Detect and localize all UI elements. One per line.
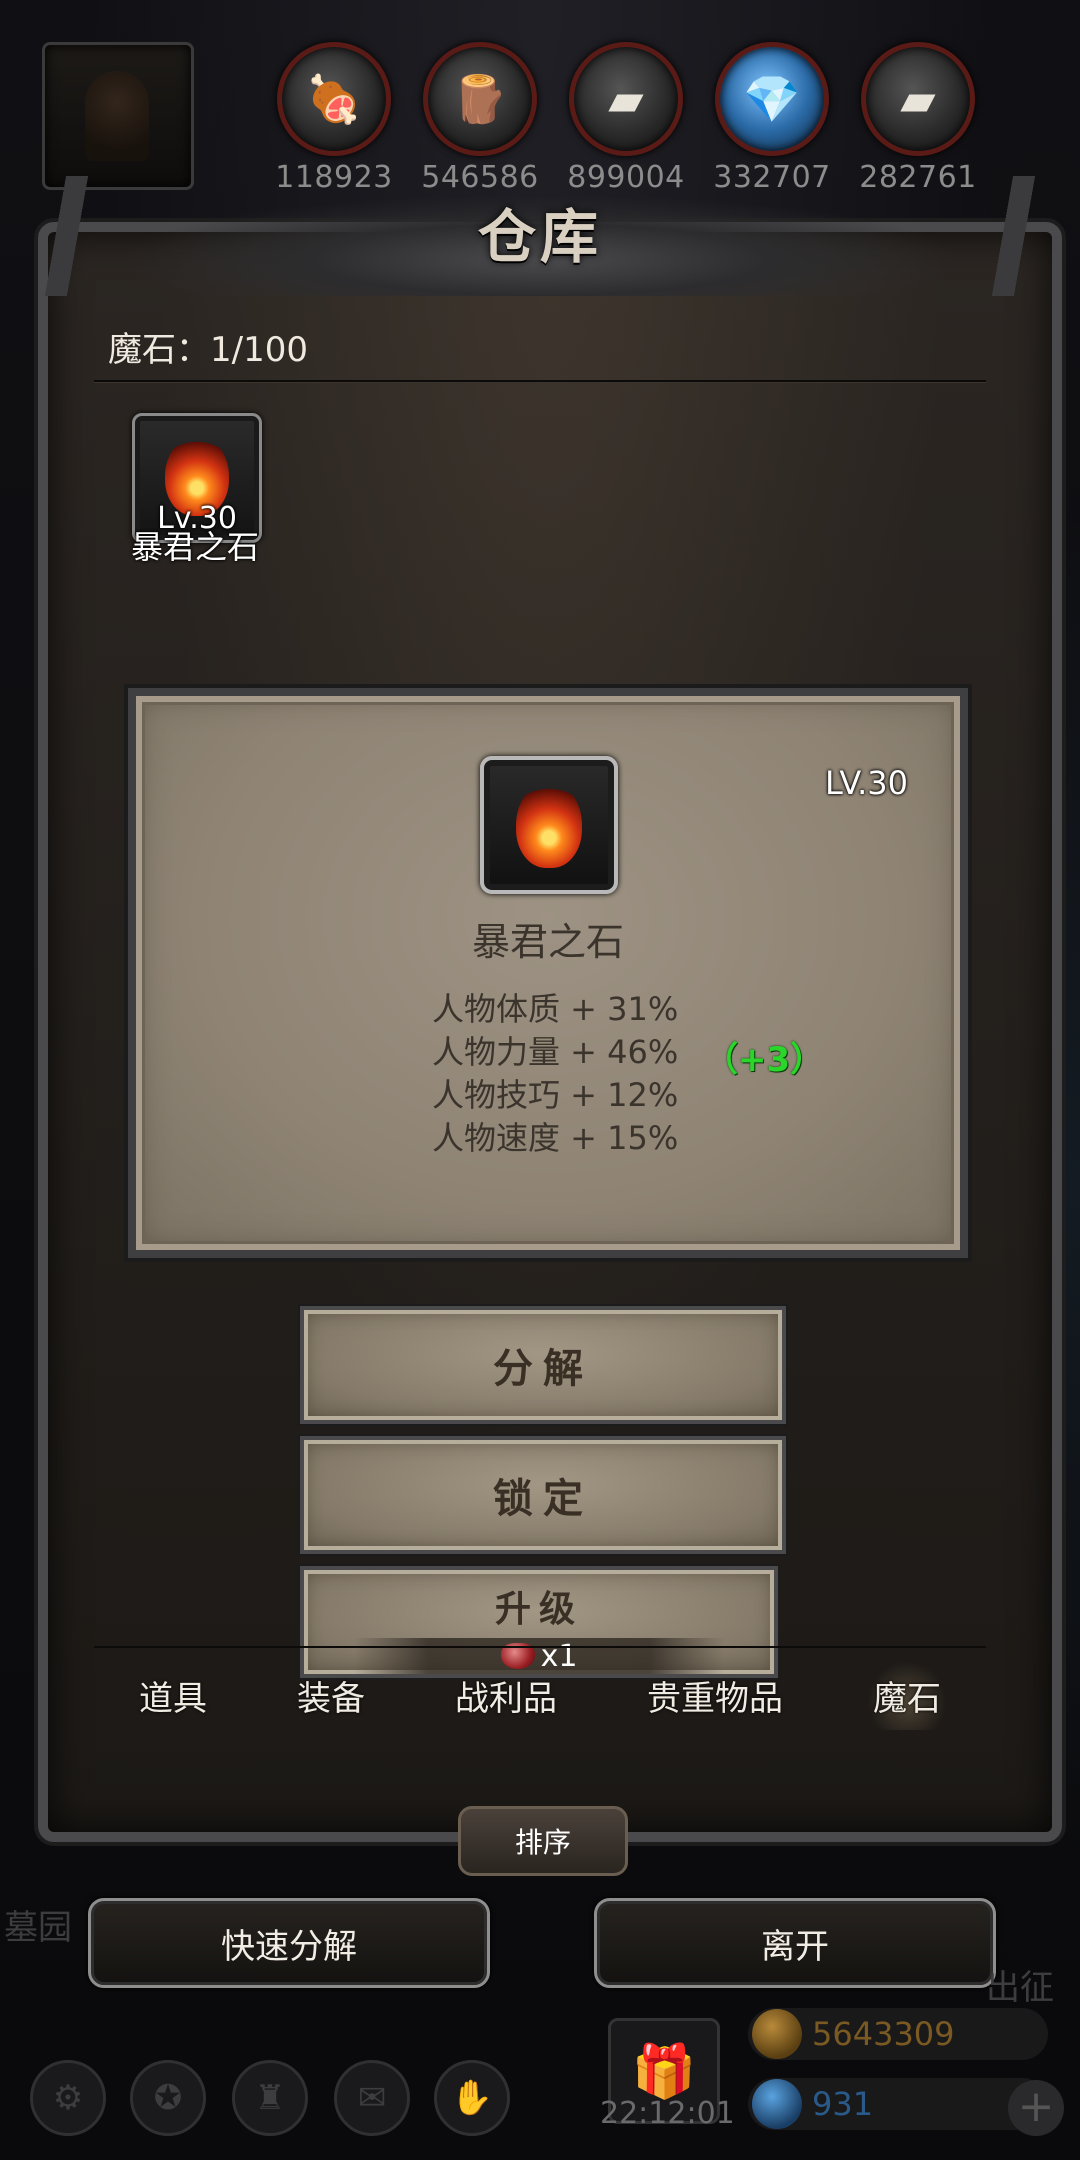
hooded-figure-icon [85,71,149,161]
sort-button[interactable]: 排序 [458,1806,628,1876]
expedition-label[interactable]: 出征 [986,1960,1054,2009]
stat-strength: 人物力量 + 46% [432,1033,679,1071]
stat-constitution: 人物体质 + 31% [432,990,679,1028]
guild-icon[interactable]: ♜ [232,2060,308,2136]
handshake-icon[interactable]: ✋ [434,2060,510,2136]
category-tabs: 道具 装备 战利品 贵重物品 魔石 [94,1646,986,1742]
resource-meat: 🍖 118923 [274,42,394,195]
detail-item-icon [480,756,618,894]
item-name: 暴君之石 [130,528,259,566]
window-title: 仓库 [477,203,602,271]
player-avatar[interactable] [42,42,194,190]
fire-stone-icon [516,782,582,868]
resource-iron: ▰ 899004 [566,42,686,195]
tab-equipment[interactable]: 装备 [291,1661,371,1730]
tab-loot[interactable]: 战利品 [449,1661,563,1730]
stat-speed: 人物速度 + 15% [432,1119,679,1157]
inventory-count: 魔石：1/100 [108,330,308,370]
item-detail-card: LV.30 暴君之石 人物体质 + 31% 人物力量 + 46% 人物技巧 + … [128,688,968,1258]
blue-gem-icon [752,2079,802,2129]
settings-icon[interactable]: ⚙ [30,2060,106,2136]
gold-amount: 5643309 [812,2015,955,2053]
stat-list: 人物体质 + 31% 人物力量 + 46% 人物技巧 + 12% 人物速度 + … [432,988,678,1160]
star-icon[interactable]: ✪ [130,2060,206,2136]
detail-item-name: 暴君之石 [471,920,624,964]
lock-button[interactable]: 锁定 [300,1436,786,1554]
detail-level: LV.30 [825,764,908,802]
mail-icon[interactable]: ✉ [334,2060,410,2136]
resource-stone: ▰ 282761 [858,42,978,195]
tab-items[interactable]: 道具 [133,1661,213,1730]
divider [94,380,986,382]
tab-magic-stones[interactable]: 魔石 [867,1660,947,1730]
quick-decompose-button[interactable]: 快速分解 [88,1898,490,1988]
strength-bonus: （+3） [704,1040,825,1080]
resource-wood: 🪵 546586 [420,42,540,195]
gem-amount: 931 [812,2085,874,2123]
wood-icon: 🪵 [423,42,537,156]
upgrade-label: 升级 [494,1589,583,1630]
gold-counter: 5643309 [748,2008,1048,2060]
clock: 22:12:01 [600,2096,735,2131]
crystal-icon: 💎 [715,42,829,156]
gem-counter: 931 [748,2078,1048,2130]
stat-skill: 人物技巧 + 12% [432,1076,679,1114]
decompose-button[interactable]: 分解 [300,1306,786,1424]
gold-coin-icon [752,2009,802,2059]
resource-crystal: 💎 332707 [712,42,832,195]
leave-button[interactable]: 离开 [594,1898,996,1988]
meat-icon: 🍖 [277,42,391,156]
add-currency-icon[interactable]: + [1008,2080,1064,2136]
graveyard-label[interactable]: 墓园 [4,1900,72,1949]
tab-valuables[interactable]: 贵重物品 [641,1661,789,1730]
iron-icon: ▰ [569,42,683,156]
stone-icon: ▰ [861,42,975,156]
